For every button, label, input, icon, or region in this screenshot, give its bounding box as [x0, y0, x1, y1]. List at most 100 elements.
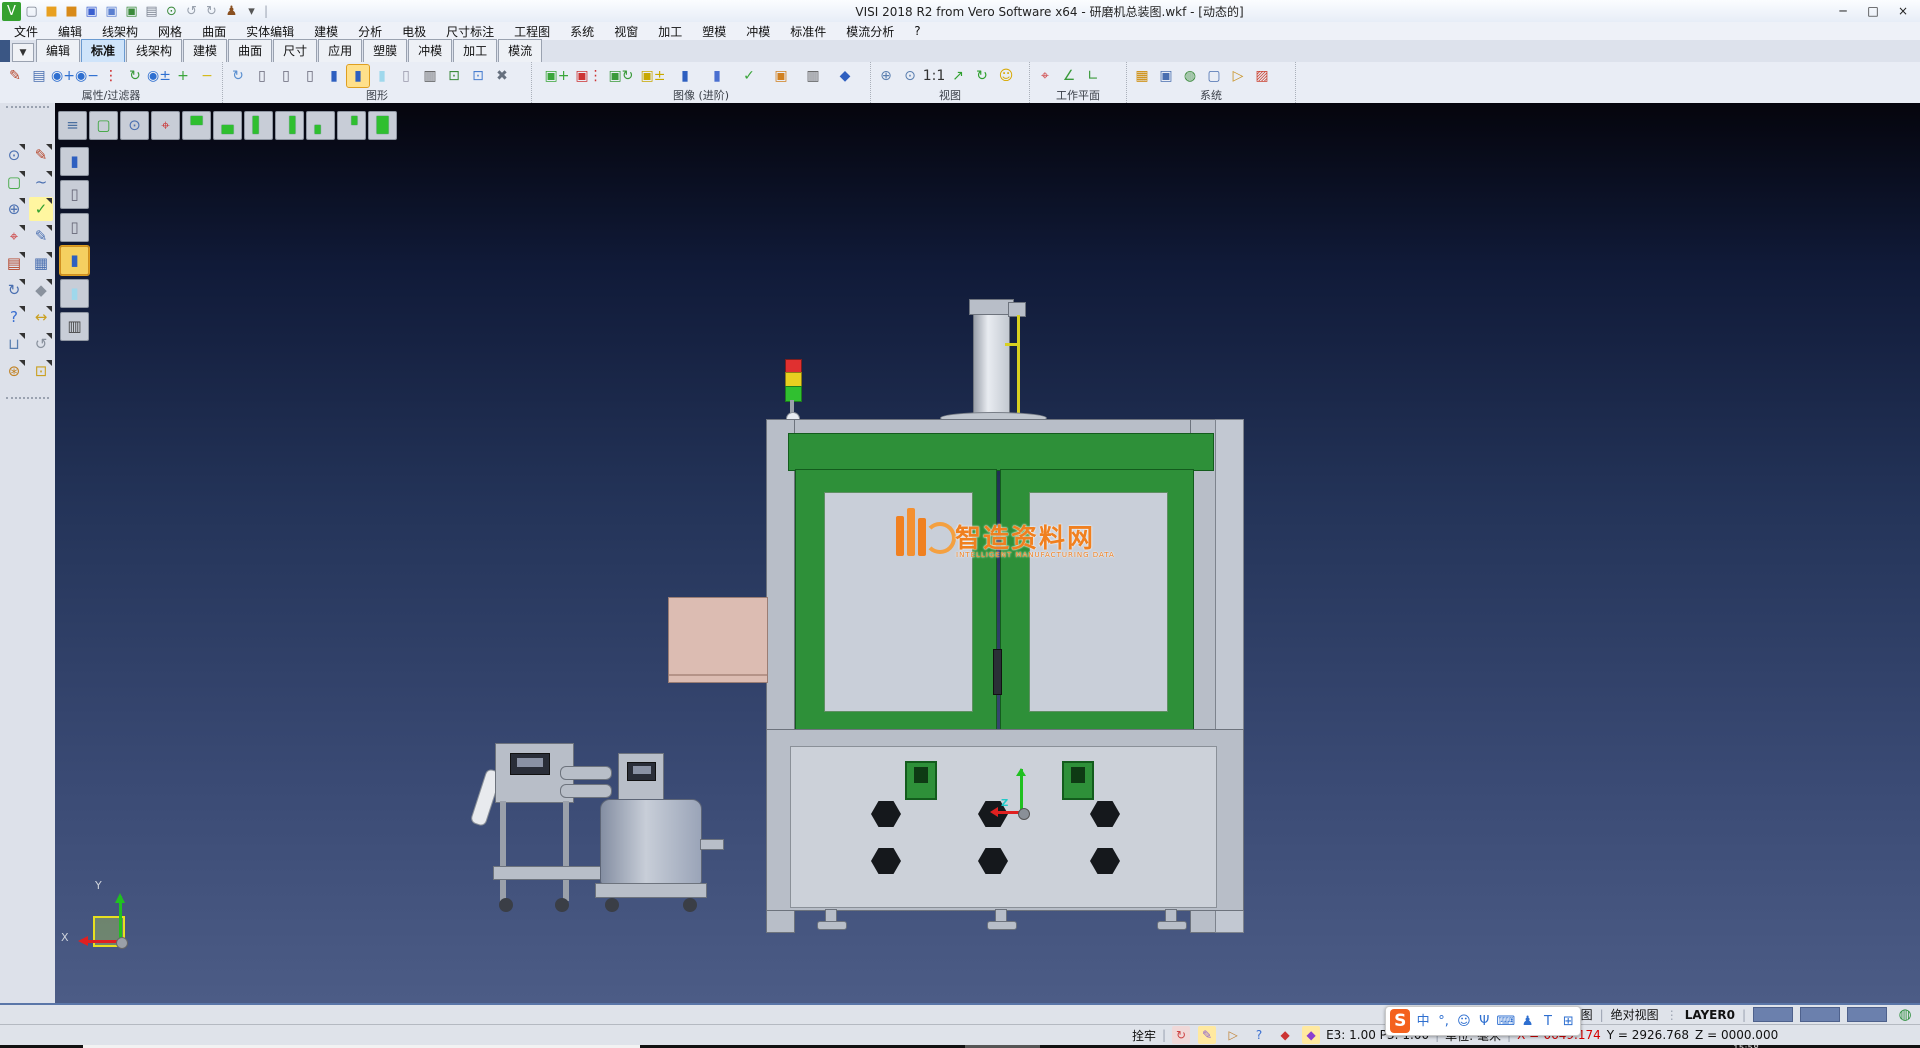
magic-select-icon[interactable]: ✎	[1198, 1026, 1216, 1044]
copy-attributes-icon[interactable]: ▤	[28, 65, 50, 87]
toolbar-options-icon[interactable]: ▾	[242, 2, 261, 21]
view-left-icon[interactable]: ▌	[244, 111, 273, 140]
save-icon[interactable]: ▣	[82, 2, 101, 21]
add-display-icon[interactable]: ▣+	[546, 65, 568, 87]
menu-item[interactable]: 系统	[560, 22, 604, 41]
tab-die[interactable]: 冲模	[408, 39, 452, 62]
help-icon[interactable]: ?	[2, 305, 26, 329]
menu-item[interactable]: 冲模	[736, 22, 780, 41]
color-palette-icon[interactable]: ▦	[1131, 65, 1153, 87]
dynamic-rotate-icon[interactable]: ⌖	[2, 224, 26, 248]
show-entities-icon[interactable]: ◉+	[52, 65, 74, 87]
measure-distance-icon[interactable]: ↔	[29, 305, 53, 329]
sketch-icon[interactable]: ✎	[29, 224, 53, 248]
tab-edit[interactable]: 编辑	[36, 39, 80, 62]
zoom-dynamic-icon[interactable]: ⊙	[899, 65, 921, 87]
zoom-1to1-icon[interactable]: 1:1	[923, 65, 945, 87]
ghost-cylinder-icon[interactable]: ▯	[395, 65, 417, 87]
filter-display-icon[interactable]: ▣⋮	[578, 65, 600, 87]
save-as-icon[interactable]: ▣	[102, 2, 121, 21]
absolute-view-label[interactable]: 绝对视图	[1611, 1006, 1659, 1023]
lock-toggle[interactable]: 拴牢	[1132, 1027, 1156, 1044]
menu-item[interactable]: 网格	[148, 22, 192, 41]
zoom-scale-icon[interactable]: ⊕	[2, 197, 26, 221]
workplane-cube-icon[interactable]: ◆	[1302, 1026, 1320, 1044]
open-file-icon[interactable]: ■	[42, 2, 61, 21]
wireframe-mode-icon[interactable]: ▯	[60, 213, 89, 242]
mesh-solid-icon[interactable]: ▥	[802, 65, 824, 87]
shaded-solid-icon[interactable]: ▮	[674, 65, 696, 87]
redo-icon[interactable]: ↻	[202, 2, 221, 21]
ime-mic-icon[interactable]: Ψ	[1477, 1012, 1492, 1030]
shaded-cylinder-active-icon[interactable]: ▮	[347, 65, 369, 87]
measure-arrow-icon[interactable]: ↗	[947, 65, 969, 87]
delete-icon[interactable]: ⊔	[2, 332, 26, 356]
tab-mould[interactable]: 塑膜	[363, 39, 407, 62]
wireframe-hidden-icon[interactable]: ▯	[60, 180, 89, 209]
print-icon[interactable]: ▤	[142, 2, 161, 21]
undo-icon[interactable]: ↺	[29, 332, 53, 356]
selection-settings-icon[interactable]: ▷	[1227, 65, 1249, 87]
view-front-icon[interactable]: ▖	[306, 111, 335, 140]
view-back-icon[interactable]: ▝	[337, 111, 366, 140]
menu-item[interactable]: 模流分析	[836, 22, 904, 41]
translucent-mode-icon[interactable]: ▮	[60, 279, 89, 308]
refresh-view-icon[interactable]: ↻	[971, 65, 993, 87]
menu-item[interactable]: 塑模	[692, 22, 736, 41]
tab-dimension[interactable]: 尺寸	[273, 39, 317, 62]
workplane-entity-icon[interactable]: ∠	[1058, 65, 1080, 87]
menu-item[interactable]: ?	[904, 23, 930, 39]
menu-item[interactable]: 标准件	[780, 22, 836, 41]
visi-logo[interactable]: V	[2, 2, 21, 21]
ime-keyboard-icon[interactable]: ⌨	[1497, 1012, 1515, 1030]
layer-label[interactable]: LAYER0	[1685, 1008, 1735, 1022]
shaded-active-icon[interactable]: ▮	[60, 246, 89, 275]
layer-color-box[interactable]	[1753, 1007, 1793, 1022]
file-recover-icon[interactable]: ⊡	[29, 359, 53, 383]
menu-item[interactable]: 实体编辑	[236, 22, 304, 41]
navigator-icon[interactable]: ⊛	[2, 359, 26, 383]
layer-color-box[interactable]	[1800, 1007, 1840, 1022]
display-settings-icon[interactable]: ▣	[1155, 65, 1177, 87]
axes-icon[interactable]: ⌖	[151, 111, 180, 140]
menu-item[interactable]: 分析	[348, 22, 392, 41]
shaded-cylinder-icon[interactable]: ▮	[323, 65, 345, 87]
menu-item[interactable]: 加工	[648, 22, 692, 41]
shaded-edges-icon[interactable]: ▮	[706, 65, 728, 87]
selection-filter-icon[interactable]: ⋮	[100, 65, 122, 87]
save-all-icon[interactable]: ▣	[122, 2, 141, 21]
snap-disabled-icon[interactable]: ↻	[1172, 1026, 1190, 1044]
hidden-line-cylinder-icon[interactable]: ▯	[275, 65, 297, 87]
tab-surface[interactable]: 曲面	[228, 39, 272, 62]
viewport-menu-icon[interactable]: ≡	[58, 111, 87, 140]
tab-wireframe[interactable]: 线架构	[126, 39, 182, 62]
zoom-window-icon[interactable]: ▢	[2, 170, 26, 194]
solid-info-icon[interactable]: ▣	[770, 65, 792, 87]
menu-item[interactable]: 工程图	[504, 22, 560, 41]
graphics-tools-icon[interactable]: ✖	[491, 65, 513, 87]
shaded-cube-icon[interactable]: ◆	[834, 65, 856, 87]
refresh-graphics-icon[interactable]: ↻	[227, 65, 249, 87]
show-hide-toggle-icon[interactable]: ◉±	[148, 65, 170, 87]
translucent-cylinder-icon[interactable]: ▮	[371, 65, 393, 87]
remove-selection-icon[interactable]: −	[196, 65, 218, 87]
add-selection-icon[interactable]: +	[172, 65, 194, 87]
ime-punct-icon[interactable]: °,	[1436, 1012, 1451, 1030]
shaded-mode-icon[interactable]: ▮	[60, 147, 89, 176]
toggle-display-icon[interactable]: ▣±	[642, 65, 664, 87]
edit-curve-icon[interactable]: ~	[29, 170, 53, 194]
menu-item[interactable]: 文件	[4, 22, 48, 41]
view-right-icon[interactable]: ▐	[275, 111, 304, 140]
zoom-in-out-icon[interactable]: ⊕	[875, 65, 897, 87]
menu-item[interactable]: 线架构	[92, 22, 148, 41]
tab-modeling[interactable]: 建模	[183, 39, 227, 62]
attributes-painter-icon[interactable]: ✎	[4, 65, 26, 87]
tab-machining[interactable]: 加工	[453, 39, 497, 62]
validate-solid-icon[interactable]: ✓	[738, 65, 760, 87]
close-button[interactable]: ×	[1888, 1, 1918, 21]
tab-dropdown-button[interactable]: ▼	[12, 43, 34, 62]
erase-entity-icon[interactable]: ✎	[29, 143, 53, 167]
menu-item[interactable]: 电极	[392, 22, 436, 41]
dashed-cylinder-icon[interactable]: ▯	[299, 65, 321, 87]
tab-flow[interactable]: 模流	[498, 39, 542, 62]
